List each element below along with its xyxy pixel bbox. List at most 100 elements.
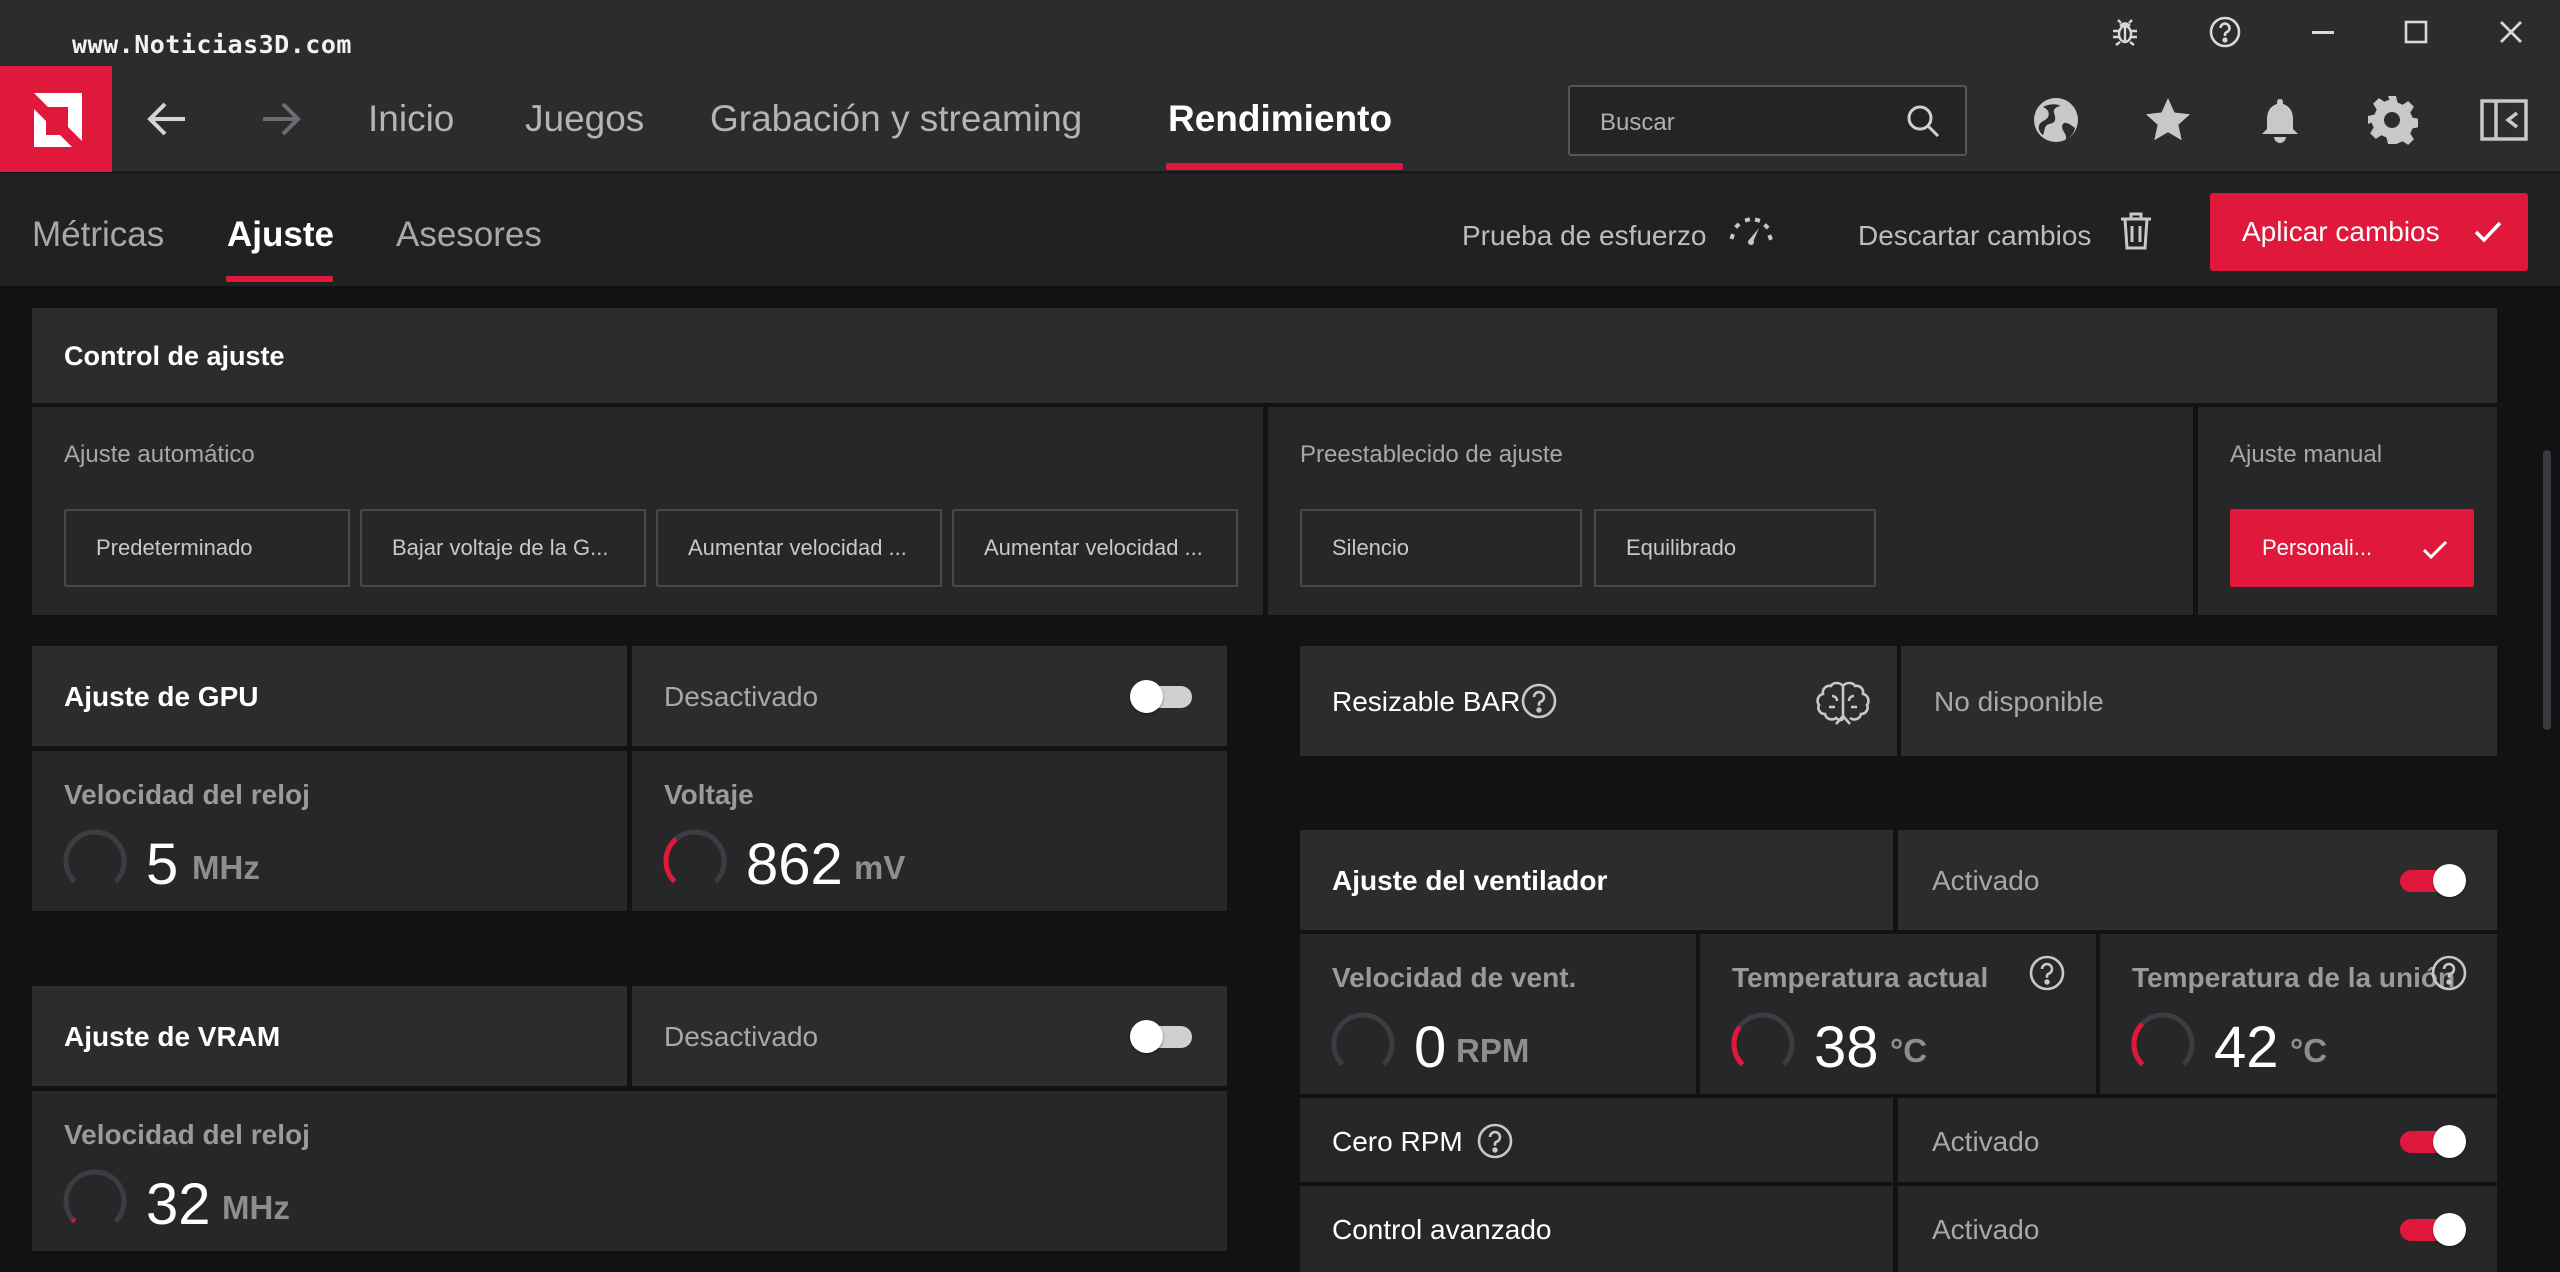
stress-test-link[interactable]: Prueba de esfuerzo [1462,220,1706,252]
amd-logo[interactable] [0,66,112,172]
main-nav: Inicio Juegos Grabación y streaming Rend… [0,66,2560,172]
maximize-icon[interactable] [2389,10,2443,54]
gpu-voltage-metric: Voltaje 862 mV [632,751,1227,911]
gpu-clock-label: Velocidad del reloj [64,779,310,810]
current-temp-metric: Temperatura actual 38 °C [1700,934,2096,1094]
tuning-control-header: Control de ajuste [32,308,2497,403]
vram-clock-gauge [63,1169,127,1224]
gauge-fill [1731,1025,1745,1067]
vram-tuning-toggle[interactable] [1130,1018,1196,1053]
globe-icon[interactable] [2028,92,2084,148]
help-icon[interactable] [2028,954,2066,992]
tuning-preset-label: Preestablecido de ajuste [1300,441,1563,468]
help-icon[interactable] [2430,954,2468,992]
star-icon[interactable] [2140,92,2196,148]
junction-temp-metric: Temperatura de la unión 42 °C [2100,934,2497,1094]
gpu-tuning-toggle-cell: Desactivado [632,646,1227,746]
close-icon[interactable] [2484,10,2538,54]
gauge-track [2131,1012,2195,1067]
active-subtab-indicator [226,276,333,282]
gpu-tuning-status: Desactivado [664,681,819,712]
zero-rpm-toggle-cell: Activado [1898,1098,2497,1182]
vram-tuning-title: Ajuste de VRAM [64,1021,281,1052]
auto-tuning-label: Ajuste automático [64,441,255,468]
zero-rpm-row: Cero RPM [1300,1098,1893,1182]
manual-tuning-group: Ajuste manual Personali... [2198,407,2497,615]
zero-rpm-status: Activado [1932,1126,2040,1157]
trash-icon[interactable] [2118,211,2154,256]
preset-undervolt-button[interactable]: Bajar voltaje de la G... [360,509,646,587]
gpu-tuning-toggle[interactable] [1130,678,1196,713]
tab-juegos[interactable]: Juegos [525,98,644,140]
fan-speed-unit: RPM [1456,1032,1530,1069]
advanced-control-label: Control avanzado [1332,1214,1552,1245]
help-icon[interactable] [1520,682,1558,720]
scrollbar[interactable] [2543,450,2551,730]
current-temp-unit: °C [1890,1032,1928,1069]
bell-icon[interactable] [2252,92,2308,148]
vram-clock-metric: Velocidad del reloj 32 MHz [32,1091,1227,1251]
zero-rpm-label: Cero RPM [1332,1126,1463,1157]
apply-changes-button[interactable]: Aplicar cambios [2210,193,2528,271]
tuning-preset-group: Preestablecido de ajuste Silencio Equili… [1268,407,2193,615]
advanced-control-status: Activado [1932,1214,2040,1245]
gpu-tuning-title: Ajuste de GPU [64,681,259,712]
tuning-control-title: Control de ajuste [64,341,285,371]
tab-ajuste[interactable]: Ajuste [227,215,334,255]
tab-rendimiento[interactable]: Rendimiento [1168,98,1392,140]
zero-rpm-toggle[interactable] [2400,1123,2466,1158]
vram-tuning-header: Ajuste de VRAM [32,986,627,1086]
gauge-track [1331,1012,1395,1067]
check-icon [2474,219,2502,251]
preset-balanced-button[interactable]: Equilibrado [1594,509,1876,587]
vram-clock-value: 32 [146,1172,211,1237]
tab-asesores[interactable]: Asesores [396,215,542,255]
preset-overclock-vram-button[interactable]: Aumentar velocidad ... [952,509,1238,587]
sidebar-toggle-icon[interactable] [2476,92,2532,148]
preset-overclock-gpu-button[interactable]: Aumentar velocidad ... [656,509,942,587]
vram-tuning-toggle-cell: Desactivado [632,986,1227,1086]
junction-temp-label: Temperatura de la unión [2132,962,2456,993]
discard-changes-link[interactable]: Descartar cambios [1858,220,2091,252]
check-icon [2422,540,2448,560]
resizable-bar-status: No disponible [1934,686,2104,717]
tab-grabacion-streaming[interactable]: Grabación y streaming [710,98,1082,140]
bug-icon[interactable] [2098,10,2152,54]
help-icon[interactable] [2198,10,2252,54]
fan-tuning-title: Ajuste del ventilador [1332,865,1608,896]
fan-tuning-toggle-cell: Activado [1898,830,2497,930]
search-input[interactable]: Buscar [1600,109,1675,137]
vram-tuning-status: Desactivado [664,1021,819,1052]
junction-temp-gauge [2131,1012,2195,1067]
forward-arrow-icon[interactable] [256,96,306,142]
gpu-clock-gauge [63,829,127,884]
gpu-voltage-gauge [663,829,727,884]
search-icon[interactable] [1905,103,1941,144]
gauge-track [63,829,127,884]
gauge-fill [2131,1022,2145,1067]
fan-speed-gauge [1331,1012,1395,1067]
minimize-icon[interactable] [2296,10,2350,54]
advanced-control-toggle[interactable] [2400,1211,2466,1246]
gauge-track [63,1169,127,1224]
fan-tuning-status: Activado [1932,865,2040,896]
resizable-bar-status-cell: No disponible [1901,646,2497,756]
apply-changes-label: Aplicar cambios [2242,216,2440,247]
gpu-clock-metric: Velocidad del reloj 5 MHz [32,751,627,911]
back-arrow-icon[interactable] [142,96,192,142]
search-box[interactable]: Buscar [1568,85,1967,156]
tab-inicio[interactable]: Inicio [368,98,454,140]
sub-nav: Métricas Ajuste Asesores Prueba de esfue… [0,173,2560,286]
fan-tuning-toggle[interactable] [2400,862,2466,897]
gear-icon[interactable] [2364,92,2420,148]
preset-default-button[interactable]: Predeterminado [64,509,350,587]
gpu-voltage-unit: mV [854,849,906,886]
help-icon[interactable] [1476,1122,1514,1160]
tab-metricas[interactable]: Métricas [32,215,164,255]
preset-quiet-button[interactable]: Silencio [1300,509,1582,587]
speedometer-icon[interactable] [1726,213,1776,258]
current-temp-value: 38 [1814,1015,1879,1080]
preset-custom-button[interactable]: Personali... [2230,509,2474,587]
auto-tuning-group: Ajuste automático Predeterminado Bajar v… [32,407,1263,615]
active-tab-indicator [1166,163,1403,170]
